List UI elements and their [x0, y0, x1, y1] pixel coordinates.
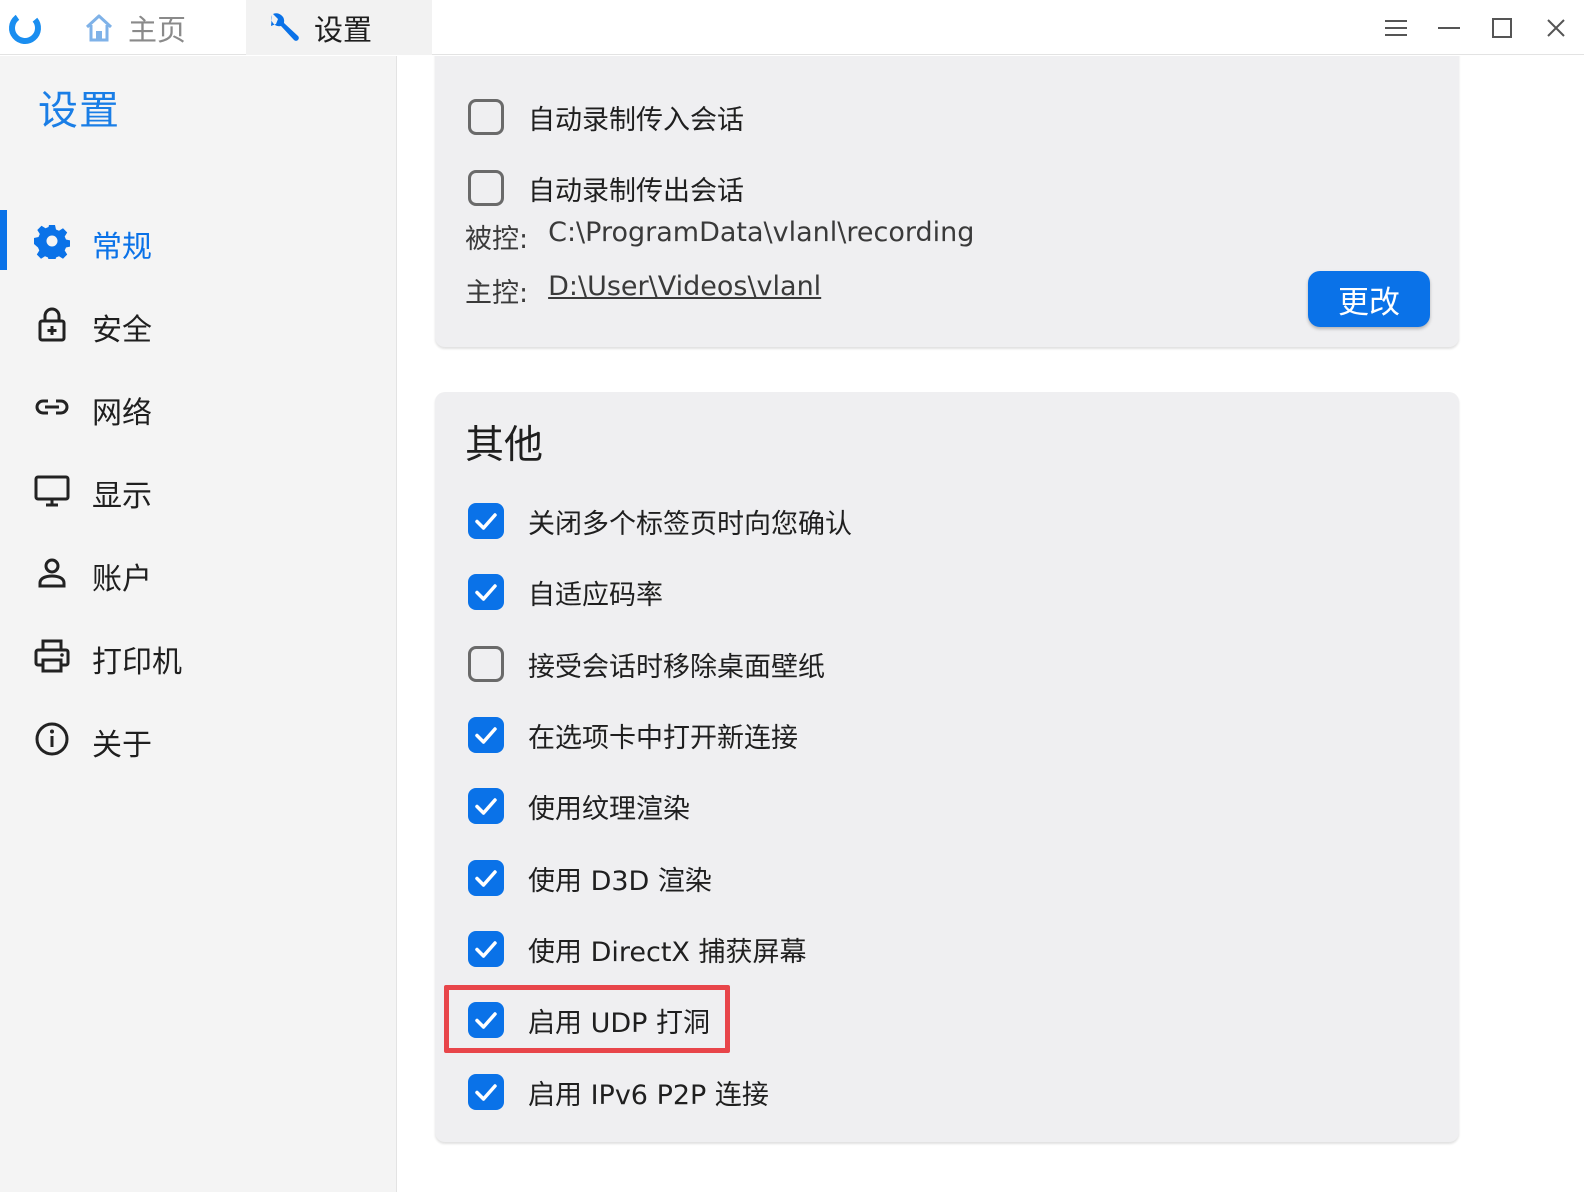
- sidebar-item-general[interactable]: 常规: [0, 210, 396, 270]
- checkbox[interactable]: [468, 99, 504, 135]
- option-d3d-render[interactable]: 使用 D3D 渲染: [468, 854, 712, 902]
- sidebar-item-display[interactable]: 显示: [0, 459, 396, 519]
- checkbox[interactable]: [468, 503, 504, 539]
- menu-button[interactable]: [1376, 8, 1416, 48]
- sidebar-item-account[interactable]: 账户: [0, 542, 396, 602]
- wrench-icon: [271, 12, 299, 41]
- sidebar-item-label: 网络: [92, 396, 152, 431]
- sidebar: 设置 常规 安全 网络 显示 账户 打印机 关于: [0, 56, 397, 1192]
- sidebar-item-label: 关于: [92, 728, 152, 763]
- sidebar-item-label: 打印机: [92, 645, 182, 680]
- controlled-path-value: C:\ProgramData\vlanl\recording: [548, 217, 975, 248]
- monitor-icon: [34, 475, 70, 507]
- option-confirm-close-tabs[interactable]: 关闭多个标签页时向您确认: [468, 497, 852, 545]
- title-bar: 主页 设置: [0, 0, 1584, 55]
- change-path-button[interactable]: 更改: [1308, 271, 1430, 327]
- option-record-outgoing[interactable]: 自动录制传出会话: [468, 164, 744, 212]
- controller-path-label: 主控:: [465, 278, 529, 309]
- option-label: 启用 IPv6 P2P 连接: [528, 1079, 769, 1111]
- checkbox[interactable]: [468, 931, 504, 967]
- option-label: 使用纹理渲染: [528, 793, 690, 825]
- sidebar-item-label: 常规: [92, 230, 152, 265]
- option-label: 自动录制传入会话: [528, 104, 744, 136]
- minimize-icon: [1438, 27, 1460, 29]
- sidebar-item-about[interactable]: 关于: [0, 708, 396, 768]
- gear-icon: [34, 225, 70, 259]
- tab-settings-label: 设置: [314, 12, 373, 47]
- sidebar-item-security[interactable]: 安全: [0, 293, 396, 353]
- close-icon: [1547, 19, 1565, 37]
- highlight-annotation: [444, 985, 730, 1053]
- option-texture-render[interactable]: 使用纹理渲染: [468, 782, 690, 830]
- option-label: 使用 D3D 渲染: [528, 865, 712, 897]
- sidebar-item-label: 显示: [92, 479, 152, 514]
- tab-home-label: 主页: [128, 12, 187, 47]
- maximize-button[interactable]: [1482, 8, 1522, 48]
- section-title-other: 其他: [465, 423, 544, 468]
- sidebar-item-label: 账户: [92, 562, 152, 597]
- checkbox[interactable]: [468, 788, 504, 824]
- controlled-path-label: 被控:: [465, 224, 529, 255]
- lock-icon: [38, 307, 66, 342]
- option-open-in-tabs[interactable]: 在选项卡中打开新连接: [468, 711, 798, 759]
- checkbox[interactable]: [468, 646, 504, 682]
- controller-path-link[interactable]: D:\User\Videos\vlanl: [548, 271, 821, 310]
- person-icon: [38, 558, 66, 588]
- home-icon: [85, 14, 113, 41]
- minimize-button[interactable]: [1429, 8, 1469, 48]
- option-record-incoming[interactable]: 自动录制传入会话: [468, 93, 744, 141]
- option-adaptive-bitrate[interactable]: 自适应码率: [468, 568, 663, 616]
- option-label: 关闭多个标签页时向您确认: [528, 508, 852, 540]
- maximize-icon: [1492, 18, 1512, 38]
- checkbox[interactable]: [468, 1074, 504, 1110]
- checkmark-icon: [475, 727, 497, 744]
- app-logo-icon: [9, 12, 41, 44]
- recording-card: 自动录制传入会话 自动录制传出会话 被控: C:\ProgramData\vla…: [435, 56, 1459, 347]
- checkmark-icon: [475, 1084, 497, 1101]
- close-button[interactable]: [1536, 8, 1576, 48]
- checkbox[interactable]: [468, 574, 504, 610]
- option-label: 使用 DirectX 捕获屏幕: [528, 936, 807, 968]
- sidebar-item-printer[interactable]: 打印机: [0, 625, 396, 685]
- checkmark-icon: [475, 870, 497, 887]
- menu-icon: [1385, 20, 1407, 36]
- active-indicator: [0, 210, 7, 270]
- tab-settings[interactable]: 设置: [246, 0, 432, 55]
- option-label: 自动录制传出会话: [528, 175, 744, 207]
- tab-home[interactable]: 主页: [66, 0, 246, 55]
- printer-icon: [34, 639, 70, 673]
- option-ipv6-p2p[interactable]: 启用 IPv6 P2P 连接: [468, 1068, 769, 1116]
- checkmark-icon: [475, 798, 497, 815]
- option-label: 自适应码率: [528, 579, 663, 611]
- controller-path-row: 主控: D:\User\Videos\vlanl: [465, 271, 821, 310]
- checkmark-icon: [475, 941, 497, 958]
- sidebar-item-network[interactable]: 网络: [0, 376, 396, 436]
- option-remove-wallpaper[interactable]: 接受会话时移除桌面壁纸: [468, 640, 825, 688]
- option-label: 在选项卡中打开新连接: [528, 722, 798, 754]
- checkmark-icon: [475, 584, 497, 601]
- sidebar-title: 设置: [38, 88, 120, 134]
- checkbox[interactable]: [468, 860, 504, 896]
- checkmark-icon: [475, 513, 497, 530]
- option-label: 接受会话时移除桌面壁纸: [528, 651, 825, 683]
- controlled-path-row: 被控: C:\ProgramData\vlanl\recording: [465, 217, 974, 256]
- info-icon: [35, 722, 69, 756]
- sidebar-item-label: 安全: [92, 313, 152, 348]
- checkbox[interactable]: [468, 717, 504, 753]
- link-icon: [35, 399, 69, 415]
- checkbox[interactable]: [468, 170, 504, 206]
- option-directx-capture[interactable]: 使用 DirectX 捕获屏幕: [468, 925, 807, 973]
